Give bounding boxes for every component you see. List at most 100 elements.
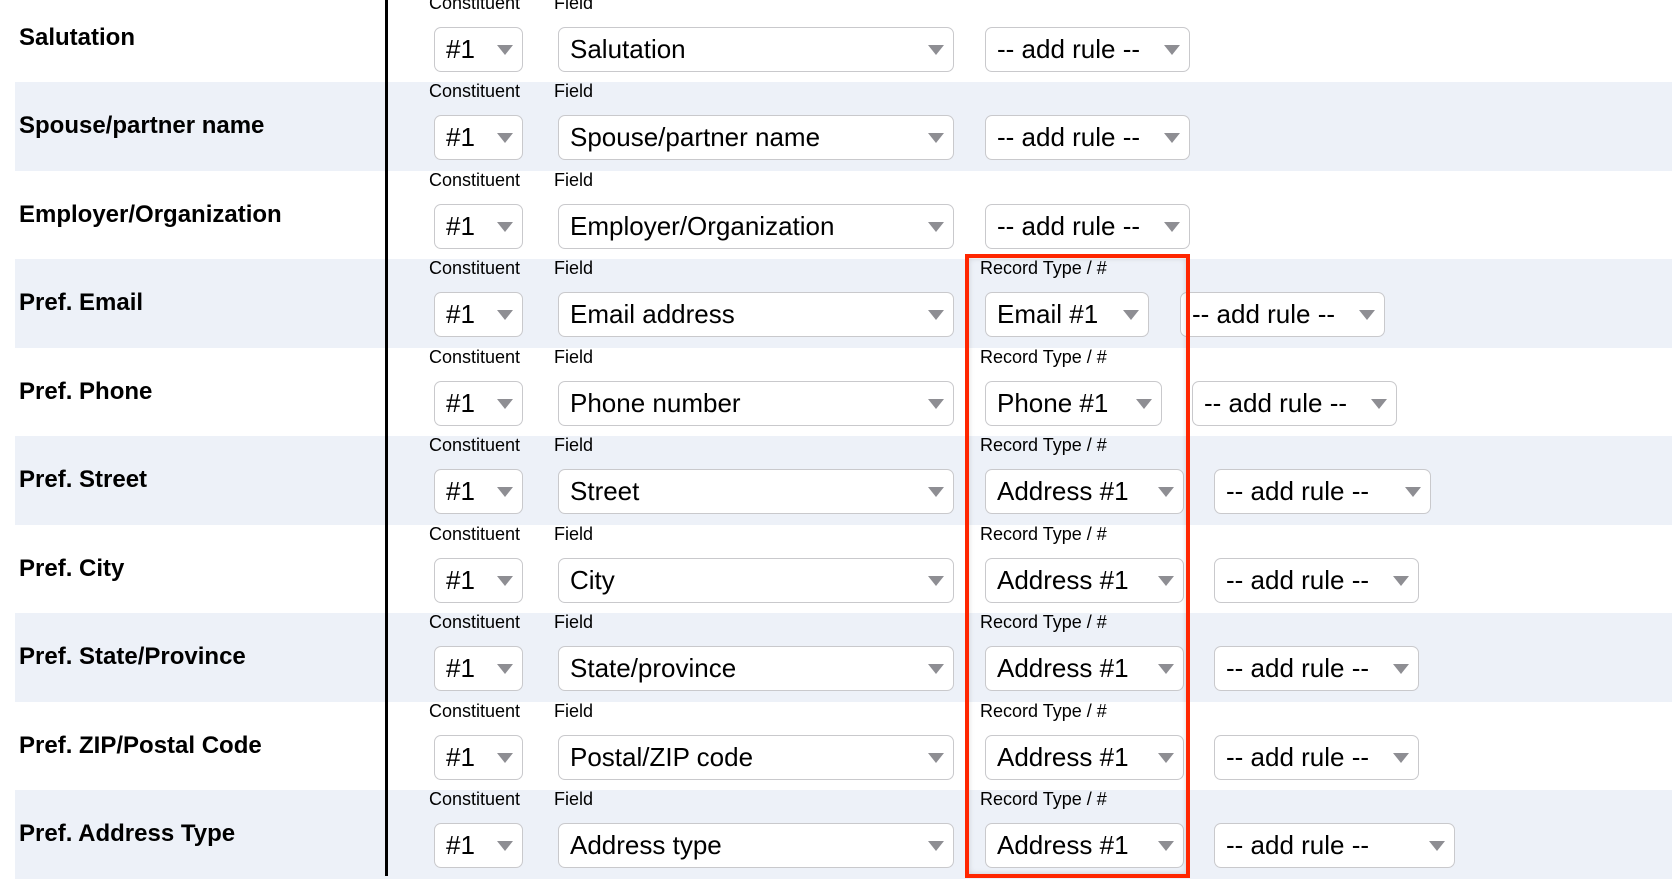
field-label: Field: [554, 346, 594, 367]
add-rule-select-value: -- add rule --: [1226, 564, 1370, 595]
mapping-row: Salutation Constituent Field #1 Salutation --…: [15, 0, 1672, 82]
field-select[interactable]: Address type: [558, 823, 954, 868]
record-type-select[interactable]: Phone #1: [985, 380, 1162, 426]
record-type-label: Record Type / #: [980, 612, 1107, 632]
row-label: Pref. Phone: [19, 377, 153, 405]
constituent-select[interactable]: #1: [434, 469, 523, 514]
record-type-select[interactable]: Address #1: [985, 469, 1184, 514]
field-select-value: Postal/ZIP code: [570, 741, 754, 772]
constituent-label: Constituent: [429, 0, 521, 13]
field-label: Field: [554, 435, 594, 455]
mapping-row: Pref. Street Constituent Field #1 Street Reco…: [15, 435, 1672, 525]
chevron-down-icon: [497, 44, 513, 55]
chevron-down-icon: [928, 221, 944, 232]
add-rule-select[interactable]: -- add rule --: [1214, 646, 1419, 691]
add-rule-select[interactable]: -- add rule --: [1180, 292, 1385, 337]
field-select[interactable]: State/province: [558, 646, 954, 691]
chevron-down-icon: [1393, 752, 1409, 763]
chevron-down-icon: [1164, 44, 1180, 55]
record-type-select[interactable]: Address #1: [985, 823, 1184, 868]
chevron-down-icon: [497, 664, 513, 674]
constituent-select[interactable]: #1: [434, 557, 523, 603]
chevron-down-icon: [497, 310, 513, 320]
field-select-value: Spouse/partner name: [570, 122, 821, 152]
chevron-down-icon: [1136, 398, 1152, 409]
chevron-down-icon: [497, 841, 513, 851]
add-rule-select[interactable]: -- add rule --: [1192, 380, 1397, 426]
constituent-label: Constituent: [429, 346, 521, 367]
constituent-label: Constituent: [429, 169, 521, 190]
chevron-down-icon: [928, 487, 944, 497]
row-label: Pref. ZIP/Postal Code: [19, 731, 262, 759]
chevron-down-icon: [497, 487, 513, 497]
add-rule-select[interactable]: -- add rule --: [1214, 823, 1455, 868]
row-label: Pref. City: [19, 554, 125, 582]
record-type-select[interactable]: Address #1: [985, 557, 1184, 603]
constituent-select[interactable]: #1: [434, 26, 523, 72]
chevron-down-icon: [497, 752, 513, 763]
chevron-down-icon: [928, 398, 944, 409]
record-type-label: Record Type / #: [980, 258, 1107, 278]
mapping-row: Pref. State/Province Constituent Field #1 St…: [15, 612, 1672, 702]
chevron-down-icon: [928, 752, 944, 763]
add-rule-select[interactable]: -- add rule --: [1214, 469, 1431, 514]
field-select[interactable]: Email address: [558, 292, 954, 337]
field-select[interactable]: Employer/Organization: [558, 203, 954, 249]
field-select[interactable]: Spouse/partner name: [558, 115, 954, 160]
constituent-select-value: #1: [446, 33, 475, 64]
constituent-label: Constituent: [429, 789, 521, 809]
chevron-down-icon: [497, 133, 513, 143]
constituent-select-value: #1: [446, 476, 475, 506]
add-rule-select[interactable]: -- add rule --: [985, 115, 1190, 160]
field-label: Field: [554, 523, 594, 544]
field-select-value: Phone number: [570, 387, 741, 418]
constituent-select[interactable]: #1: [434, 115, 523, 160]
mapping-row: Pref. City Constituent Field #1 City Record T…: [15, 523, 1672, 614]
constituent-select-value: #1: [446, 122, 475, 152]
constituent-select[interactable]: #1: [434, 203, 523, 249]
add-rule-select-value: -- add rule --: [997, 122, 1141, 152]
record-type-select-value: Email #1: [997, 299, 1099, 329]
record-type-label: Record Type / #: [980, 523, 1107, 544]
constituent-select-value: #1: [446, 741, 475, 772]
add-rule-select[interactable]: -- add rule --: [985, 203, 1190, 249]
constituent-label: Constituent: [429, 523, 521, 544]
field-select-value: Address type: [570, 830, 722, 860]
record-type-select[interactable]: Address #1: [985, 646, 1184, 691]
chevron-down-icon: [1158, 752, 1174, 763]
constituent-select[interactable]: #1: [434, 380, 523, 426]
add-rule-select-value: -- add rule --: [1226, 830, 1370, 860]
add-rule-select[interactable]: -- add rule --: [1214, 734, 1419, 780]
chevron-down-icon: [1371, 398, 1387, 409]
record-type-select[interactable]: Email #1: [985, 292, 1149, 337]
constituent-label: Constituent: [429, 258, 521, 278]
row-label: Spouse/partner name: [19, 112, 265, 139]
field-select[interactable]: Postal/ZIP code: [558, 734, 954, 780]
constituent-select[interactable]: #1: [434, 823, 523, 868]
add-rule-select[interactable]: -- add rule --: [1214, 557, 1419, 603]
field-select[interactable]: Phone number: [558, 380, 954, 426]
field-select-value: City: [570, 564, 615, 595]
record-type-label: Record Type / #: [980, 700, 1107, 721]
chevron-down-icon: [928, 44, 944, 55]
chevron-down-icon: [928, 133, 944, 143]
record-type-select-value: Address #1: [997, 741, 1129, 772]
field-select[interactable]: Street: [558, 469, 954, 514]
field-select[interactable]: City: [558, 557, 954, 603]
field-select[interactable]: Salutation: [558, 26, 954, 72]
constituent-select[interactable]: #1: [434, 292, 523, 337]
constituent-select[interactable]: #1: [434, 734, 523, 780]
field-label: Field: [554, 169, 594, 190]
record-type-select-value: Address #1: [997, 653, 1129, 683]
row-label: Salutation: [19, 23, 136, 51]
add-rule-select[interactable]: -- add rule --: [985, 26, 1190, 72]
record-type-select[interactable]: Address #1: [985, 734, 1184, 780]
chevron-down-icon: [928, 841, 944, 851]
record-type-label: Record Type / #: [980, 346, 1107, 367]
chevron-down-icon: [1393, 664, 1409, 674]
constituent-select[interactable]: #1: [434, 646, 523, 691]
constituent-label: Constituent: [429, 435, 521, 455]
mapping-row: Pref. ZIP/Postal Code Constituent Field #1 P…: [15, 700, 1672, 791]
constituent-label: Constituent: [429, 612, 521, 632]
field-label: Field: [554, 0, 594, 13]
